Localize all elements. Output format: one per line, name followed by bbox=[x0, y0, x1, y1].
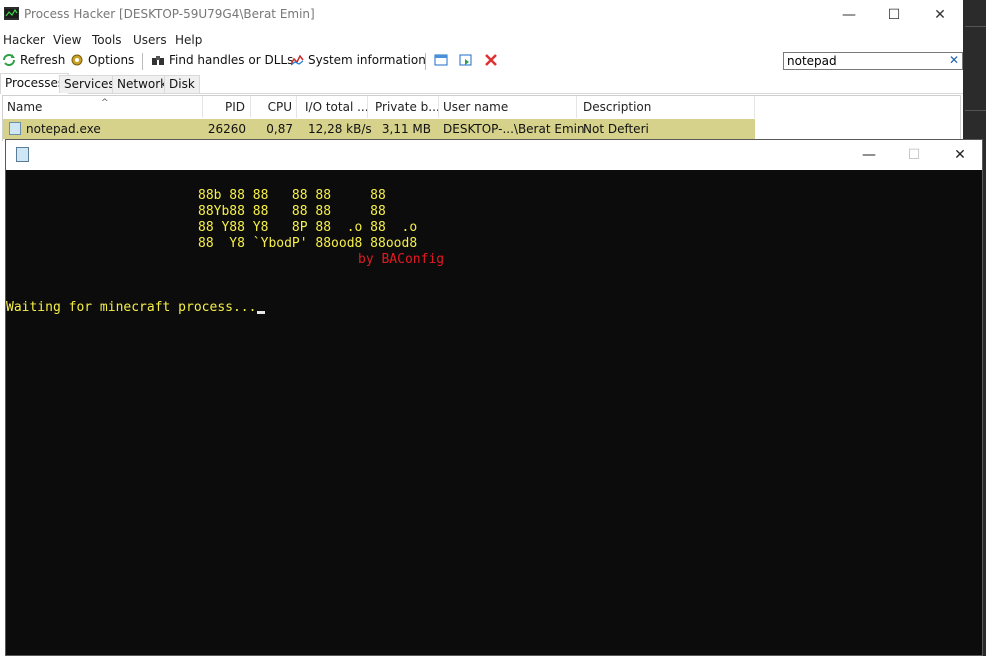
minimize-button[interactable]: — bbox=[826, 0, 872, 30]
search-value: notepad bbox=[787, 54, 837, 68]
toolbar-separator bbox=[425, 53, 426, 70]
menu-tools[interactable]: Tools bbox=[92, 33, 122, 47]
process-hacker-app-icon bbox=[4, 7, 19, 20]
menu-hacker[interactable]: Hacker bbox=[3, 33, 45, 47]
cell-name: notepad.exe bbox=[26, 122, 101, 136]
system-information-label: System information bbox=[308, 53, 426, 67]
cell-pid: 26260 bbox=[207, 122, 246, 136]
system-information-button[interactable]: System information bbox=[290, 53, 426, 67]
menu-bar: Hacker View Tools Users Help bbox=[0, 30, 963, 50]
title-bar: Process Hacker [DESKTOP-59U79G4\Berat Em… bbox=[0, 0, 963, 30]
binoculars-icon bbox=[152, 56, 164, 65]
column-header-description[interactable]: Description bbox=[577, 96, 755, 118]
ascii-art-line: 88 Y8 `YbodP' 88ood8 88ood8 bbox=[198, 236, 418, 251]
console-minimize-button[interactable]: — bbox=[846, 140, 892, 170]
options-button[interactable]: Options bbox=[70, 53, 134, 67]
ascii-art-line: 88b 88 88 88 88 88 bbox=[198, 188, 386, 203]
notepad-icon bbox=[9, 122, 21, 135]
column-header-user-name[interactable]: User name bbox=[439, 96, 577, 118]
process-table: Name ^ PID CPU I/O total ... Private b..… bbox=[2, 95, 961, 141]
maximize-button[interactable]: ☐ bbox=[871, 0, 917, 30]
maximize-icon: ☐ bbox=[887, 7, 901, 23]
console-title-bar: — ☐ ✕ bbox=[6, 140, 982, 170]
gear-icon bbox=[71, 54, 83, 66]
window-arrow-icon bbox=[459, 54, 472, 66]
cell-cpu: 0,87 bbox=[266, 122, 293, 136]
system-graph-icon bbox=[290, 54, 304, 66]
cell-user-name: DESKTOP-...\Berat Emin bbox=[443, 122, 585, 136]
status-text: Waiting for minecraft process... bbox=[6, 300, 257, 315]
close-icon: ✕ bbox=[934, 7, 946, 23]
toolbar-separator bbox=[142, 53, 143, 70]
tab-disk[interactable]: Disk bbox=[164, 75, 200, 93]
refresh-label: Refresh bbox=[20, 53, 66, 67]
text-cursor bbox=[257, 311, 266, 314]
console-maximize-button[interactable]: ☐ bbox=[891, 140, 937, 170]
column-header-private-bytes[interactable]: Private b... bbox=[368, 96, 439, 118]
options-label: Options bbox=[88, 53, 135, 67]
search-input[interactable]: notepad ✕ bbox=[783, 52, 963, 70]
maximize-icon: ☐ bbox=[907, 147, 921, 163]
menu-users[interactable]: Users bbox=[133, 33, 167, 47]
red-x-icon bbox=[485, 54, 497, 66]
minimize-icon: — bbox=[842, 7, 856, 23]
credit-text: by BAConfig bbox=[358, 252, 445, 267]
ascii-art-line: 88 Y88 Y8 8P 88 .o 88 .o bbox=[198, 220, 418, 235]
window-go-button[interactable] bbox=[459, 53, 473, 67]
close-icon: ✕ bbox=[954, 147, 966, 163]
column-name-label: Name bbox=[7, 100, 43, 114]
table-row[interactable]: notepad.exe 26260 0,87 12,28 kB/s 3,11 M… bbox=[3, 119, 755, 139]
find-handles-button[interactable]: Find handles or DLLs bbox=[151, 53, 293, 67]
tab-bar: Processes Services Network Disk bbox=[0, 73, 963, 94]
minimize-icon: — bbox=[862, 147, 876, 163]
column-header-cpu[interactable]: CPU bbox=[251, 96, 297, 118]
find-handles-label: Find handles or DLLs bbox=[169, 53, 294, 67]
notepad-icon bbox=[16, 147, 29, 162]
cell-description: Not Defteri bbox=[583, 122, 649, 136]
window-view-button[interactable] bbox=[434, 53, 448, 67]
sort-ascending-icon: ^ bbox=[101, 98, 109, 108]
console-output[interactable]: 88b 88 88 88 88 88 88Yb88 88 88 88 88 88… bbox=[6, 170, 982, 655]
cell-private-bytes: 3,11 MB bbox=[381, 122, 431, 136]
status-line: Waiting for minecraft process... bbox=[6, 300, 266, 316]
console-close-button[interactable]: ✕ bbox=[937, 140, 983, 170]
cell-io-total: 12,28 kB/s bbox=[308, 122, 372, 136]
menu-help[interactable]: Help bbox=[175, 33, 202, 47]
window-icon bbox=[434, 54, 448, 66]
column-header-io-total[interactable]: I/O total ... bbox=[297, 96, 368, 118]
refresh-icon bbox=[3, 54, 15, 66]
console-window: — ☐ ✕ 88b 88 88 88 88 88 88Yb88 88 88 88… bbox=[5, 139, 983, 656]
column-header-pid[interactable]: PID bbox=[203, 96, 251, 118]
window-title: Process Hacker [DESKTOP-59U79G4\Berat Em… bbox=[24, 7, 315, 21]
refresh-button[interactable]: Refresh bbox=[2, 53, 65, 67]
menu-view[interactable]: View bbox=[53, 33, 81, 47]
column-header-name[interactable]: Name ^ bbox=[7, 96, 203, 118]
ascii-art-line: 88Yb88 88 88 88 88 bbox=[198, 204, 386, 219]
clear-search-icon[interactable]: ✕ bbox=[949, 53, 959, 67]
close-button[interactable]: ✕ bbox=[917, 0, 963, 30]
tab-services[interactable]: Services bbox=[59, 75, 120, 93]
terminate-button[interactable] bbox=[484, 53, 498, 67]
